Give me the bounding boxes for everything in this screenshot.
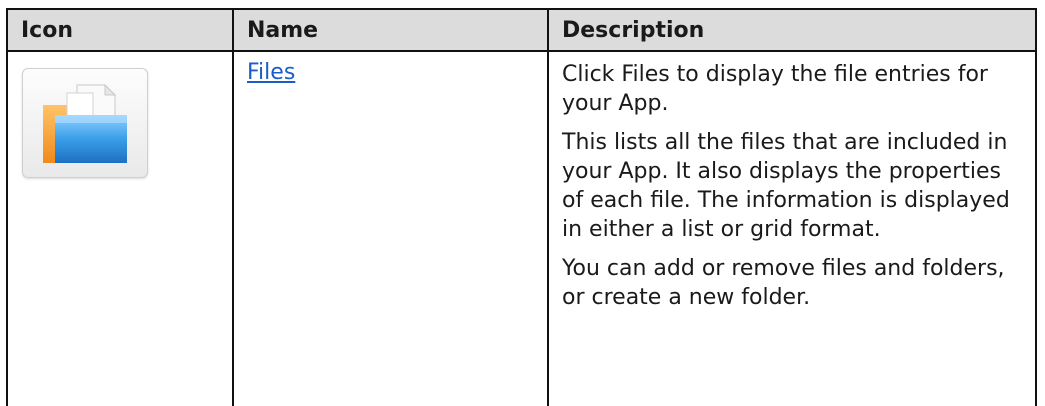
- description-paragraph: You can add or remove files and folders,…: [562, 256, 1005, 310]
- description-paragraph: Click Files to display the file entries …: [562, 62, 988, 116]
- table-header: Icon Name Description: [6, 8, 1037, 52]
- header-name: Name: [232, 8, 549, 52]
- table-body: Files Click Files to display the file en…: [6, 50, 1037, 406]
- description-paragraph: This lists all the files that are includ…: [562, 130, 1010, 242]
- name-cell: Files: [232, 50, 549, 406]
- icon-cell: [6, 50, 234, 406]
- header-description: Description: [547, 8, 1037, 52]
- folder-files-icon: [22, 68, 148, 178]
- description-cell: Click Files to display the file entries …: [547, 50, 1037, 406]
- table-row: Files Click Files to display the file en…: [6, 50, 1037, 406]
- files-link[interactable]: Files: [247, 60, 295, 85]
- header-icon: Icon: [6, 8, 234, 52]
- documentation-table: Icon Name Description Files Click Files …: [6, 8, 1037, 406]
- table-header-row: Icon Name Description: [6, 8, 1037, 52]
